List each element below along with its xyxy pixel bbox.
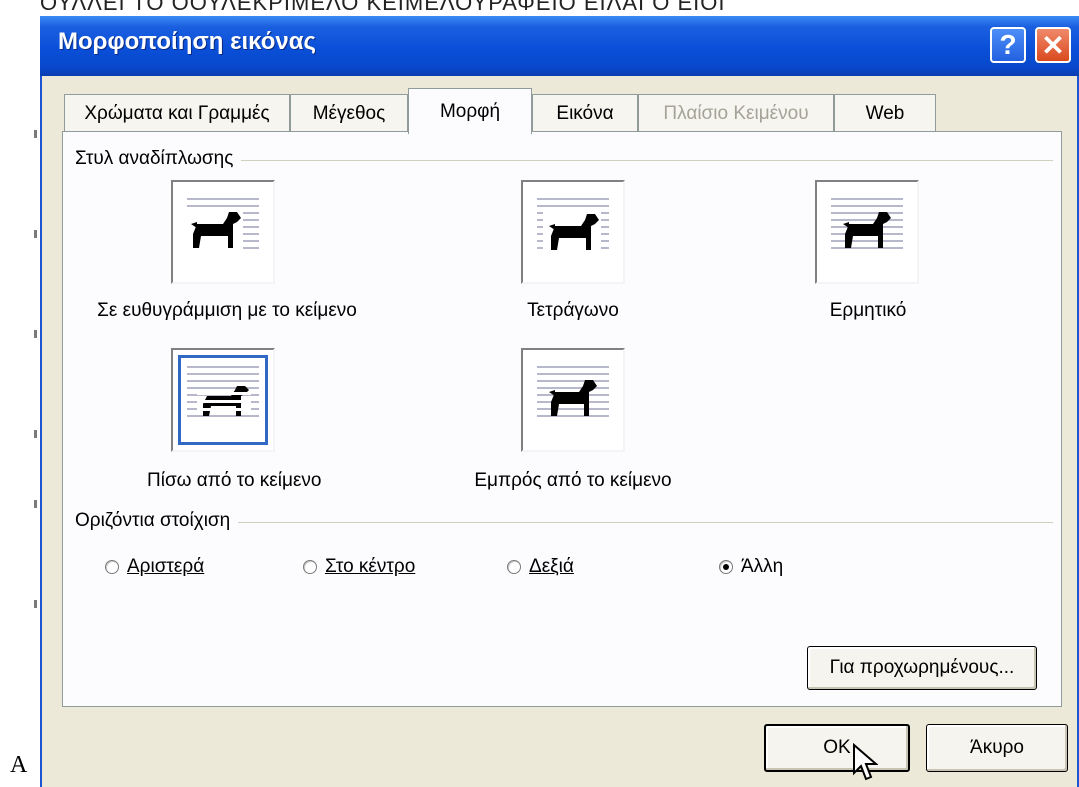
align-right-option[interactable]: Δεξιά xyxy=(507,556,574,578)
wrap-label-in-front: Εμπρός από το κείμενο xyxy=(474,470,672,491)
dog-inline-icon xyxy=(187,210,243,250)
close-button[interactable]: ✕ xyxy=(1035,27,1071,63)
tab-size[interactable]: Μέγεθος xyxy=(290,94,408,132)
mouse-pointer-icon xyxy=(853,743,878,781)
wrap-label-tight: Ερμητικό xyxy=(829,300,907,321)
wrap-style-group-label: Στυλ αναδίπλωσης xyxy=(75,148,242,170)
background-margin-marks xyxy=(0,0,40,787)
tab-colors-and-lines[interactable]: Χρώματα και Γραμμές xyxy=(64,94,290,132)
radio-button-checked[interactable] xyxy=(719,560,733,574)
align-other-option[interactable]: Άλλη xyxy=(719,556,783,578)
cancel-button-label: Άκυρο xyxy=(970,737,1024,758)
align-center-option[interactable]: Στο κέντρο xyxy=(303,556,415,578)
wrap-option-tight[interactable] xyxy=(815,180,919,284)
radio-button[interactable] xyxy=(507,560,521,574)
align-left-option[interactable]: Αριστερά xyxy=(105,556,204,578)
help-button[interactable]: ? xyxy=(990,27,1026,63)
align-center-label: Στο κέντρο xyxy=(325,556,416,577)
dog-square-icon xyxy=(543,210,601,252)
advanced-button[interactable]: Για προχωρημένους... xyxy=(807,646,1037,690)
wrap-option-square[interactable] xyxy=(521,180,625,284)
dog-tight-icon xyxy=(843,212,891,248)
horizontal-alignment-group-label: Οριζόντια στοίχιση xyxy=(75,510,239,532)
tab-picture[interactable]: Εικόνα xyxy=(532,94,638,132)
ok-button-label: OK xyxy=(823,737,851,758)
align-left-label: Αριστερά xyxy=(127,556,205,577)
align-other-label: Άλλη xyxy=(741,556,784,577)
radio-button[interactable] xyxy=(303,560,317,574)
title-bar[interactable]: Μορφοποίηση εικόνας ? ✕ xyxy=(40,16,1079,76)
wrap-option-in-front[interactable] xyxy=(521,348,625,452)
wrap-option-behind-text[interactable] xyxy=(171,348,275,452)
dog-in-front-icon xyxy=(549,380,597,416)
background-document-text: ΟΥΛΛΕΙ ΤΟ ΟΟΥΛΕΚΡΙΜΕΛΟ ΚΕΙΜΕΛΟΥΡΑΦΕΙΟ ΕΙ… xyxy=(40,0,726,15)
background-document-letter: A xyxy=(10,752,28,778)
wrap-label-inline: Σε ευθυγράμμιση με το κείμενο xyxy=(97,300,357,321)
wrap-label-square: Τετράγωνο xyxy=(527,300,619,321)
cancel-button[interactable]: Άκυρο xyxy=(926,724,1068,772)
format-picture-dialog: Μορφοποίηση εικόνας ? ✕ Χρώματα και Γραμ… xyxy=(40,16,1079,787)
tab-text-box: Πλαίσιο Κειμένου xyxy=(638,94,834,132)
wrap-option-inline[interactable] xyxy=(171,180,275,284)
tab-layout[interactable]: Μορφή xyxy=(408,88,532,134)
wrap-label-behind-text: Πίσω από το κείμενο xyxy=(147,470,322,491)
ok-button[interactable]: OK xyxy=(764,724,910,772)
radio-button[interactable] xyxy=(105,560,119,574)
layout-tab-panel: Στυλ αναδίπλωσης Σε ευθυγράμμιση με το κ… xyxy=(62,131,1062,707)
align-right-label: Δεξιά xyxy=(529,556,574,577)
tab-web[interactable]: Web xyxy=(834,94,936,132)
dog-behind-text-icon xyxy=(197,386,251,416)
advanced-button-label: Για προχωρημένους... xyxy=(829,657,1015,678)
dialog-title: Μορφοποίηση εικόνας xyxy=(58,28,316,55)
